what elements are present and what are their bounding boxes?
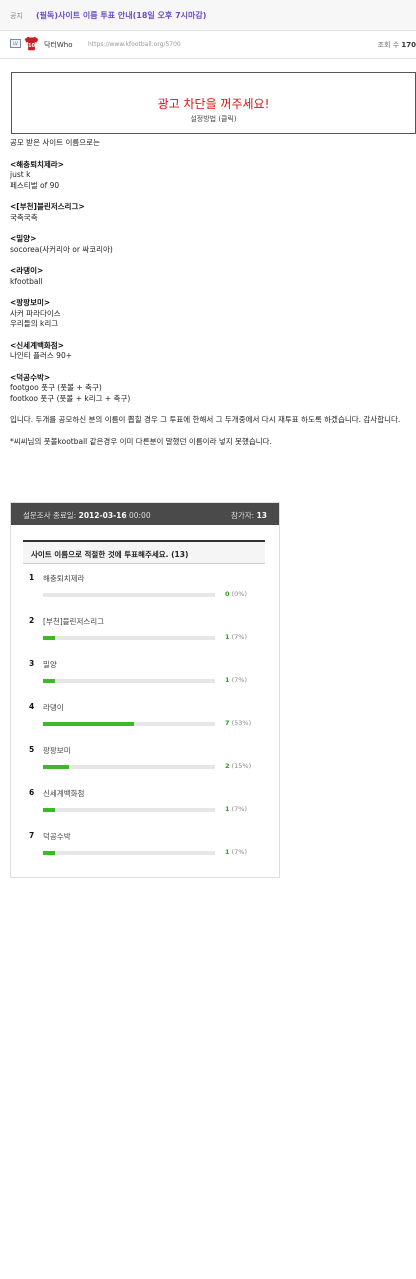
candidate-title: <라댕이> — [10, 266, 44, 275]
poll-participants: 참가자: 13 — [230, 511, 267, 520]
poll-bar-fill — [43, 808, 55, 812]
candidate-name: just k — [10, 170, 31, 179]
poll-option-result: 7 (53%) — [225, 719, 252, 727]
view-count: 조회 수 170 — [377, 41, 416, 49]
poll-option-number: 4 — [29, 702, 35, 711]
closing-text: 입니다. 두개를 공모하신 분의 이름이 뽑힐 경우 그 투표에 한해서 그 두… — [10, 415, 401, 424]
poll-bar-fill — [43, 636, 55, 640]
candidate-title: <덕공수박> — [10, 372, 51, 382]
candidate-title: <[부천]블린저스리그> — [10, 202, 85, 211]
candidate-name: 페스티벌 of 90 — [10, 180, 60, 190]
poll-option-label[interactable]: [부천]블린저스리그 — [43, 616, 104, 627]
poll-option-number: 5 — [29, 745, 35, 754]
ad-block-notice[interactable]: 광고 차단을 꺼주세요! 설정방법 (클릭) — [11, 72, 416, 134]
candidate-title: <신세계백화점> — [10, 340, 64, 350]
poll-widget: 설문조사 종료일: 2012-03-16 00:00 참가자: 13 사이트 이… — [10, 502, 280, 878]
poll-option-number: 1 — [29, 573, 35, 582]
poll-option-result: 1 (7%) — [225, 633, 247, 641]
poll-option[interactable]: 7 덕공수박 1 (7%) — [29, 831, 269, 865]
poll-option-label[interactable]: 라댕이 — [43, 702, 64, 713]
candidate-title: <팡팡보미> — [10, 298, 51, 307]
poll-bar-track — [43, 593, 215, 597]
poll-option-number: 2 — [29, 616, 35, 625]
footnote-text: *씨씨님의 풋볼kootball 같은경우 이미 다른분이 말했던 이름이라 넣… — [10, 436, 272, 446]
poll-option-result: 1 (7%) — [225, 805, 247, 813]
candidate-title: <해충퇴치제라> — [10, 159, 64, 169]
poll-bar-track — [43, 851, 215, 855]
poll-option-label[interactable]: 밀양 — [43, 659, 57, 670]
poll-option-label[interactable]: 덕공수박 — [43, 831, 71, 842]
poll-option[interactable]: 1 해충퇴치제라 0 (0%) — [29, 573, 269, 607]
poll-bar-fill — [43, 765, 69, 769]
poll-option[interactable]: 4 라댕이 7 (53%) — [29, 702, 269, 736]
ad-block-title: 광고 차단을 꺼주세요! — [157, 97, 270, 111]
poll-option[interactable]: 6 신세계백화점 1 (7%) — [29, 788, 269, 822]
post-url[interactable]: https://www.kfootball.org/5700 — [88, 41, 181, 48]
poll-bar-track — [43, 679, 215, 683]
poll-option-label[interactable]: 해충퇴치제라 — [43, 573, 84, 584]
candidate-title: <밀양> — [10, 234, 37, 243]
candidate-name: 사커 파라다이스 — [10, 308, 61, 318]
poll-option-result: 2 (15%) — [225, 762, 252, 770]
jersey-number: 10 — [28, 43, 36, 49]
candidate-name: 국축국축 — [10, 212, 38, 222]
intro-text: 공모 받은 사이트 이름으로는 — [10, 138, 100, 147]
poll-option-result: 0 (0%) — [225, 590, 247, 598]
candidate-name: footgoo 풋구 (풋볼 + 축구) — [10, 383, 102, 392]
candidate-name: footkoo 풋구 (풋볼 + k리그 + 축구) — [10, 393, 131, 403]
poll-option[interactable]: 5 팡팡보미 2 (15%) — [29, 745, 269, 779]
post-content: 공모 받은 사이트 이름으로는 <해충퇴치제라> just k 페스티벌 of … — [10, 138, 414, 447]
member-level-icon: LV — [10, 39, 21, 48]
poll-option-label[interactable]: 신세계백화점 — [43, 788, 84, 799]
poll-end-date: 설문조사 종료일: 2012-03-16 00:00 — [23, 511, 151, 520]
post-title[interactable]: (필독)사이트 이름 투표 안내(18일 오후 7시마감) — [36, 10, 206, 21]
candidate-name: 나인티 플러스 90+ — [10, 351, 72, 360]
notice-tag: 공지 — [10, 12, 23, 20]
candidate-name: socorea(사커리아 or 싸코리아) — [10, 244, 113, 254]
author-name[interactable]: 닥터Who — [44, 40, 73, 50]
poll-option-number: 6 — [29, 788, 35, 797]
ad-block-settings-link[interactable]: 설정방법 (클릭) — [12, 114, 415, 124]
poll-option-result: 1 (7%) — [225, 848, 247, 856]
poll-bar-fill — [43, 679, 55, 683]
post-header: 공지 (필독)사이트 이름 투표 안내(18일 오후 7시마감) — [0, 0, 416, 31]
candidate-name: kfootball — [10, 276, 43, 286]
jersey-avatar-icon[interactable]: 10 — [23, 35, 40, 52]
poll-bar-track — [43, 636, 215, 640]
poll-bar-track — [43, 765, 215, 769]
poll-option-result: 1 (7%) — [225, 676, 247, 684]
poll-option[interactable]: 3 밀양 1 (7%) — [29, 659, 269, 693]
poll-option-number: 3 — [29, 659, 35, 668]
poll-bar-fill — [43, 851, 55, 855]
poll-option-number: 7 — [29, 831, 35, 840]
poll-question: 사이트 이름으로 적절한 것에 투표해주세요. (13) — [23, 540, 265, 564]
author-bar: LV 10 닥터Who https://www.kfootball.org/57… — [0, 30, 416, 59]
poll-bar-track — [43, 722, 215, 726]
poll-header: 설문조사 종료일: 2012-03-16 00:00 참가자: 13 — [11, 503, 279, 525]
poll-bar-fill — [43, 722, 134, 726]
candidate-name: 우리들의 k리그 — [10, 319, 59, 328]
poll-option-label[interactable]: 팡팡보미 — [43, 745, 71, 756]
poll-bar-track — [43, 808, 215, 812]
poll-option[interactable]: 2 [부천]블린저스리그 1 (7%) — [29, 616, 269, 650]
